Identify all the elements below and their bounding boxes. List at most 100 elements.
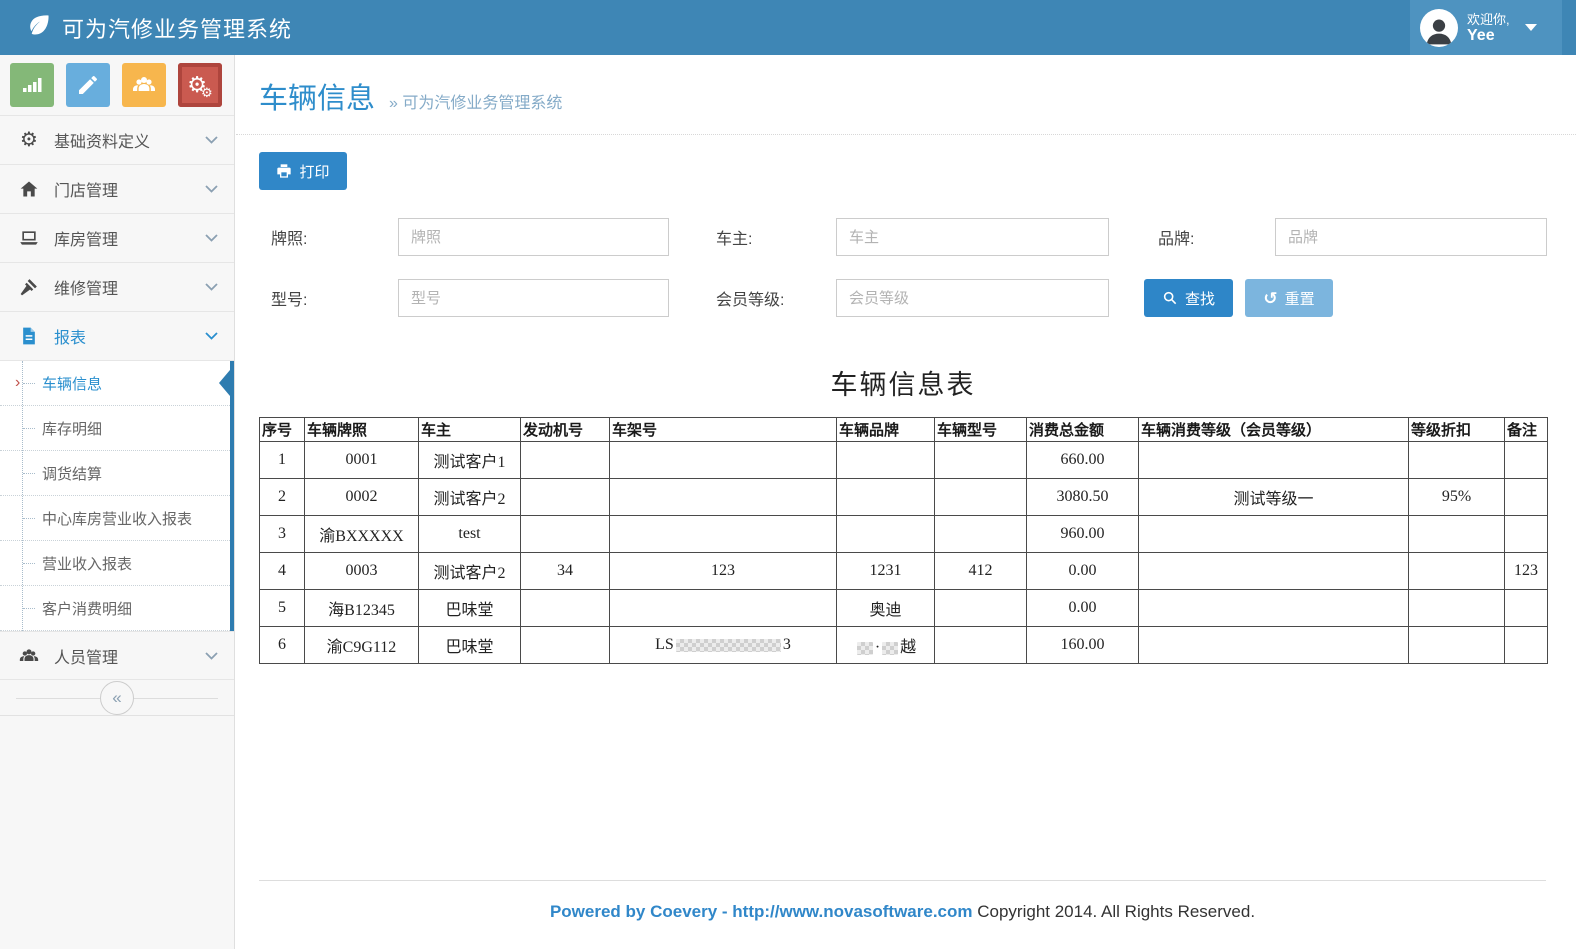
sidebar: ⚙⚙ ⚙ 基础资料定义 门店管理 库房管理 维修管理 报表 › 车辆信息 库存明… <box>0 55 235 949</box>
table-cell: 0.00 <box>1027 590 1139 627</box>
gears-icon: ⚙ <box>17 130 41 150</box>
table-cell <box>1139 553 1409 590</box>
chevron-down-icon <box>205 185 218 193</box>
table-cell <box>521 516 610 553</box>
sidebar-item-revenue-report[interactable]: 营业收入报表 <box>0 541 230 586</box>
table-cell: 巴味堂 <box>419 590 521 627</box>
sidebar-item-personnel-mgmt[interactable]: 人员管理 <box>0 631 234 680</box>
sub-item-label: 库存明细 <box>42 418 102 439</box>
table-row: 20002测试客户23080.50测试等级一95% <box>260 479 1548 516</box>
table-row: 10001测试客户1660.00 <box>260 442 1548 479</box>
leaf-icon <box>26 12 52 43</box>
table-cell <box>1139 627 1409 664</box>
sub-item-label: 中心库房营业收入报表 <box>42 508 192 529</box>
table-cell <box>521 442 610 479</box>
table-cell <box>1409 553 1505 590</box>
member-level-input[interactable] <box>836 279 1109 317</box>
table-row: 40003测试客户23412312314120.00123 <box>260 553 1548 590</box>
pencil-icon[interactable] <box>66 63 110 107</box>
table-cell <box>521 590 610 627</box>
model-input[interactable] <box>398 279 669 317</box>
quick-icons: ⚙⚙ <box>0 55 234 116</box>
collapse-sidebar-button[interactable]: « <box>100 681 134 715</box>
table-row: 3渝BXXXXXtest960.00 <box>260 516 1548 553</box>
users-icon[interactable] <box>122 63 166 107</box>
table-cell <box>1409 627 1505 664</box>
chevron-down-icon <box>205 283 218 291</box>
sidebar-item-store-mgmt[interactable]: 门店管理 <box>0 165 234 214</box>
column-header: 车辆品牌 <box>837 418 935 442</box>
breadcrumb: » 可为汽修业务管理系统 <box>389 89 562 113</box>
table-cell <box>610 479 837 516</box>
sidebar-item-warehouse-mgmt[interactable]: 库房管理 <box>0 214 234 263</box>
chevron-down-icon <box>1525 24 1537 31</box>
powered-by-link[interactable]: Powered by Coevery - http://www.novasoft… <box>550 902 973 921</box>
table-cell <box>1505 479 1548 516</box>
search-button[interactable]: 查找 <box>1144 279 1233 317</box>
app-title: 可为汽修业务管理系统 <box>62 12 292 44</box>
table-cell: 0.00 <box>1027 553 1139 590</box>
gears-icon[interactable]: ⚙⚙ <box>178 63 222 107</box>
table-cell: 海B12345 <box>305 590 419 627</box>
print-button[interactable]: 打印 <box>259 152 347 190</box>
table-cell <box>1139 516 1409 553</box>
page-title: 车辆信息 <box>259 75 375 117</box>
redacted-pixelated-text <box>676 639 781 652</box>
table-cell: 0001 <box>305 442 419 479</box>
search-icon <box>1162 290 1178 306</box>
reset-button[interactable]: ↺ 重置 <box>1245 279 1333 317</box>
page-header: 车辆信息 » 可为汽修业务管理系统 <box>236 55 1576 135</box>
chevron-down-icon <box>205 234 218 242</box>
table-cell <box>1409 442 1505 479</box>
table-cell: test <box>419 516 521 553</box>
brand-input[interactable] <box>1275 218 1547 256</box>
sidebar-item-transfer-settle[interactable]: 调货结算 <box>0 451 230 496</box>
table-row: 6渝C9G112巴味堂LS3·越160.00 <box>260 627 1548 664</box>
print-label: 打印 <box>299 161 329 182</box>
app-brand: 可为汽修业务管理系统 <box>0 12 292 44</box>
table-cell: 奥迪 <box>837 590 935 627</box>
username: Yee <box>1467 27 1495 44</box>
sidebar-item-inventory-detail[interactable]: 库存明细 <box>0 406 230 451</box>
table-cell: 1231 <box>837 553 935 590</box>
table-cell: 4 <box>260 553 305 590</box>
sidebar-item-vehicle-info[interactable]: › 车辆信息 <box>0 361 230 406</box>
sidebar-item-repair-mgmt[interactable]: 维修管理 <box>0 263 234 312</box>
main-content: 车辆信息 » 可为汽修业务管理系统 打印 牌照: 车主: 品牌: 型号: 会员等… <box>236 55 1576 949</box>
copyright-text: Copyright 2014. All Rights Reserved. <box>973 902 1256 921</box>
table-cell <box>610 516 837 553</box>
table-cell: 3080.50 <box>1027 479 1139 516</box>
filter-form: 牌照: 车主: 品牌: 型号: 会员等级: 查找 ↺ 重置 <box>271 218 1546 317</box>
table-cell <box>1409 590 1505 627</box>
owner-input[interactable] <box>836 218 1109 256</box>
chart-icon[interactable] <box>10 63 54 107</box>
sidebar-item-reports[interactable]: 报表 <box>0 312 234 361</box>
column-header: 序号 <box>260 418 305 442</box>
table-cell <box>935 479 1027 516</box>
member-level-label: 会员等级: <box>716 286 836 310</box>
sub-item-label: 营业收入报表 <box>42 553 132 574</box>
user-menu[interactable]: 欢迎你, Yee <box>1410 0 1562 55</box>
table-cell: 160.00 <box>1027 627 1139 664</box>
table-cell: 0002 <box>305 479 419 516</box>
table-cell: 660.00 <box>1027 442 1139 479</box>
sidebar-item-central-warehouse-revenue[interactable]: 中心库房营业收入报表 <box>0 496 230 541</box>
sidebar-item-customer-consumption[interactable]: 客户消费明细 <box>0 586 230 631</box>
redacted-pixelated-text <box>882 642 898 655</box>
welcome-text: 欢迎你, Yee <box>1467 12 1510 44</box>
report-table: 序号车辆牌照车主发动机号车架号车辆品牌车辆型号消费总金额车辆消费等级（会员等级）… <box>259 417 1548 664</box>
column-header: 备注 <box>1505 418 1548 442</box>
table-cell <box>521 627 610 664</box>
sidebar-item-label: 基础资料定义 <box>54 128 205 152</box>
greeting: 欢迎你, <box>1467 12 1510 27</box>
column-header: 等级折扣 <box>1409 418 1505 442</box>
sidebar-collapse-row: « <box>0 680 234 716</box>
gavel-icon <box>17 277 41 297</box>
table-cell: 960.00 <box>1027 516 1139 553</box>
license-input[interactable] <box>398 218 669 256</box>
sidebar-item-base-data[interactable]: ⚙ 基础资料定义 <box>0 116 234 165</box>
reports-submenu: › 车辆信息 库存明细 调货结算 中心库房营业收入报表 营业收入报表 客户消费明… <box>0 361 234 631</box>
table-cell: 123 <box>1505 553 1548 590</box>
table-cell <box>1139 590 1409 627</box>
license-label: 牌照: <box>271 225 398 249</box>
